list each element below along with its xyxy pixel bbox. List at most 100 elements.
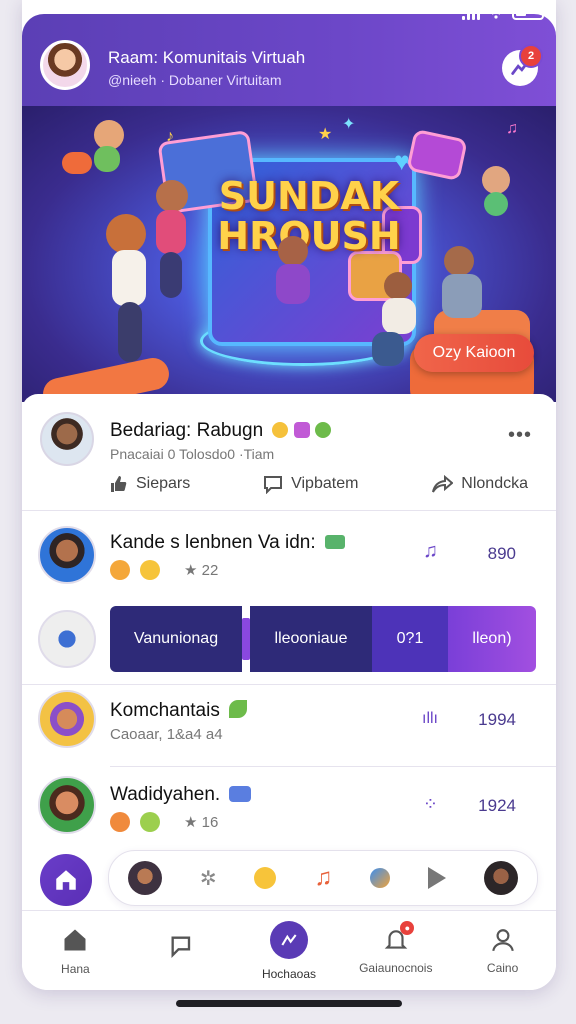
app-subtitle: @nieeh · Dobaner Virtuitam xyxy=(108,72,282,88)
list-item[interactable]: Kande s lenbnen Va idn: ★ 22 ♫ 890 xyxy=(22,522,556,594)
post-author-avatar[interactable] xyxy=(40,412,94,466)
friend-avatar[interactable] xyxy=(127,861,162,895)
emoji-tag-icon xyxy=(229,786,252,802)
friend-avatar[interactable] xyxy=(484,861,519,895)
dots-icon: ⁘ xyxy=(422,794,438,814)
emoji-gift-icon xyxy=(293,422,310,438)
post-card[interactable]: Bedariag: Rabugn Pnacaiai 0 Tolosdo0 ·Ti… xyxy=(22,394,556,511)
home-icon xyxy=(56,870,76,890)
gear-icon[interactable]: ✲ xyxy=(200,866,217,891)
emoji-face-icon xyxy=(110,560,130,580)
segment-2[interactable]: lleooniaue xyxy=(250,606,372,672)
banner-cta-button[interactable]: Ozy Kaioon xyxy=(414,334,534,372)
list-item-rating: ★ 16 xyxy=(184,814,219,831)
banner-title-line2: HROUSH xyxy=(217,214,401,258)
list-item-meta: ★ 22 xyxy=(110,560,218,580)
comment-label: Vipbatem xyxy=(291,475,359,492)
divider xyxy=(22,684,556,685)
emoji-face-icon xyxy=(110,812,130,832)
list-item[interactable]: Wadidyahen. ★ 16 ⁘ 1924 xyxy=(22,774,556,846)
emoji-parrot-icon xyxy=(315,422,332,438)
notifications-button[interactable]: 2 xyxy=(502,44,543,86)
nav-home-label: Hana xyxy=(61,962,90,976)
list-item-meta: Caoaar, 1&a4 a4 xyxy=(110,726,223,743)
emoji-smile-icon xyxy=(272,422,289,438)
list-item-title: Wadidyahen. xyxy=(110,784,252,806)
play-icon[interactable] xyxy=(428,867,447,889)
banner-title: SUNDAK HROUSH xyxy=(214,176,404,256)
post-subtitle: Pnacaiai 0 Tolosdo0 ·Tiam xyxy=(110,446,275,462)
app-header: Raam: Komunitais Virtuah @nieeh · Dobane… xyxy=(22,14,556,106)
list-item-avatar[interactable] xyxy=(38,776,96,834)
notification-badge: 2 xyxy=(519,44,543,68)
emoji-camera-icon xyxy=(324,535,345,549)
nav-active-label: Hochaoas xyxy=(261,967,317,981)
list-item-count: 890 xyxy=(487,544,516,563)
list-item-title: Kande s lenbnen Va idn: xyxy=(110,532,345,554)
list-item-avatar[interactable] xyxy=(38,526,96,584)
music-note-icon: ♪ xyxy=(166,128,174,145)
post-title: Bedariag: Rabugn xyxy=(110,420,332,442)
sparkle-icon: ★ xyxy=(318,126,333,143)
wifi-icon xyxy=(488,7,504,19)
battery-icon xyxy=(512,6,544,20)
list-item-avatar[interactable] xyxy=(38,690,96,748)
nav-profile[interactable]: Caino xyxy=(449,911,556,990)
sparkle-icon: ✦ xyxy=(342,116,356,133)
emoji-face-icon xyxy=(140,812,160,832)
list-item-rating: ★ 22 xyxy=(184,562,219,579)
music-note-icon: ♫ xyxy=(423,540,438,562)
notification-dot: ● xyxy=(400,921,415,935)
banner-title-line1: SUNDAK xyxy=(218,174,400,218)
segment-1[interactable]: Vanunionag xyxy=(110,606,242,672)
segment-4[interactable]: lleon) xyxy=(448,606,536,672)
comment-icon xyxy=(264,476,283,494)
nav-chat[interactable] xyxy=(129,911,236,990)
nav-notifications[interactable]: ● Gaiaunocnois xyxy=(342,911,449,990)
home-indicator[interactable] xyxy=(176,1000,402,1007)
chat-icon xyxy=(171,936,191,958)
music-note-icon[interactable]: ♫ xyxy=(314,864,332,892)
share-icon xyxy=(432,474,454,493)
segment-divider xyxy=(242,618,250,660)
comment-button[interactable]: Vipbatem xyxy=(263,474,358,494)
emoji-face-icon xyxy=(140,560,160,580)
share-button[interactable]: Nlondcka xyxy=(431,474,528,494)
list-item-count: 1994 xyxy=(478,710,516,729)
bottom-navigation: Hana Hochaoas ● Gaiaunocnois Caino xyxy=(22,910,556,990)
nav-active-indicator xyxy=(269,921,308,959)
feed: Bedariag: Rabugn Pnacaiai 0 Tolosdo0 ·Ti… xyxy=(22,394,556,914)
quick-actions-bar: ✲ ♫ xyxy=(108,850,538,906)
list-item-title-text: Komchantais xyxy=(110,700,220,721)
list-item-meta: ★ 16 xyxy=(110,812,218,832)
device-thumbnail[interactable] xyxy=(38,610,96,668)
nav-profile-label: Caino xyxy=(486,961,519,975)
guitar-icon[interactable] xyxy=(370,868,391,888)
user-icon xyxy=(491,929,514,952)
nav-active[interactable]: Hochaoas xyxy=(236,911,343,990)
featured-banner[interactable]: SUNDAK HROUSH ♪ ♫ ✦ ★ ♥ Ozy Kaioon xyxy=(22,106,556,402)
lollipop-icon[interactable] xyxy=(254,867,277,889)
list-item[interactable]: Komchantais Caoaar, 1&a4 a4 ıllı 1994 xyxy=(22,690,556,762)
app-title: Raam: Komunitais Virtuah xyxy=(108,48,306,67)
list-item-title-text: Wadidyahen. xyxy=(110,784,221,805)
home-icon xyxy=(64,929,86,951)
status-bar xyxy=(462,6,544,20)
profile-avatar[interactable] xyxy=(40,40,90,90)
segmented-bar[interactable]: Vanunionag lleooniaue 0?1 lleon) xyxy=(110,606,536,672)
nav-home[interactable]: Hana xyxy=(22,911,129,990)
phone-screen: Raam: Komunitais Virtuah @nieeh · Dobane… xyxy=(22,0,556,990)
post-actions: Siepars Vipbatem Nlondcka xyxy=(108,474,528,494)
equalizer-icon: ıllı xyxy=(422,710,438,727)
list-item-count: 1924 xyxy=(478,796,516,815)
signal-icon xyxy=(462,6,480,20)
like-label: Siepars xyxy=(136,475,191,492)
more-options-icon[interactable]: ••• xyxy=(508,424,532,447)
segment-3[interactable]: 0?1 xyxy=(372,606,448,672)
thumbs-up-icon xyxy=(111,476,127,492)
like-button[interactable]: Siepars xyxy=(108,474,190,494)
share-label: Nlondcka xyxy=(461,475,528,492)
heart-icon: ♥ xyxy=(394,146,410,176)
post-title-text: Bedariag: Rabugn xyxy=(110,420,264,441)
home-fab-button[interactable] xyxy=(40,854,92,906)
